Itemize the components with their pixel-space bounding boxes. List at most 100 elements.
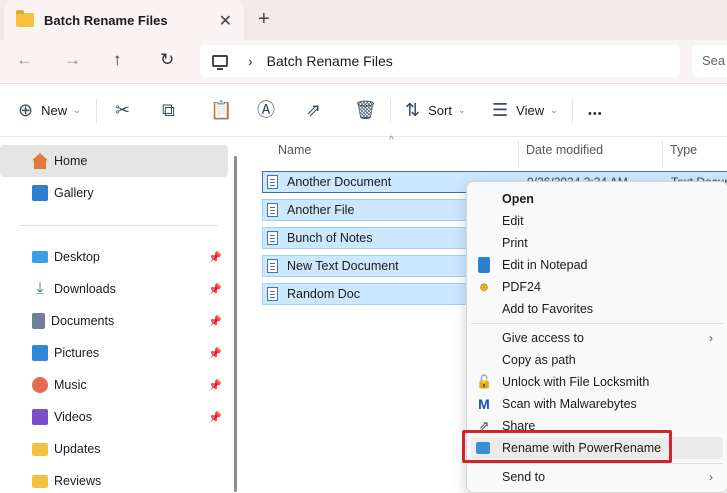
column-divider[interactable] (662, 140, 663, 166)
chevron-right-icon: › (709, 331, 713, 345)
file-name: Another Document (287, 175, 392, 189)
sidebar-item-label: Gallery (54, 186, 94, 200)
command-bar: ⊕ New ⌄ ✂ ⧉ 📋 Ⓐ ⇗ 🗑 ⇅ Sort ⌄ ☰ View ⌄ ••… (0, 85, 727, 137)
close-tab-icon[interactable]: ✕ (219, 11, 232, 31)
menu-item-label: Edit in Notepad (502, 258, 588, 272)
sidebar-item-gallery[interactable]: Gallery (0, 177, 228, 209)
sidebar-item-updates[interactable]: Updates (0, 433, 228, 465)
menu-item-edit[interactable]: Edit (467, 210, 727, 232)
view-button[interactable]: ☰ View ⌄ (492, 101, 558, 119)
menu-item-label: Give access to (502, 331, 584, 345)
tab-batch-rename-files[interactable]: Batch Rename Files ✕ (4, 0, 244, 40)
sidebar-scrollbar[interactable] (234, 156, 237, 492)
view-icon: ☰ (492, 100, 509, 120)
plus-icon: ⊕ (18, 100, 34, 120)
menu-item-label: PDF24 (502, 280, 541, 294)
videos-icon (32, 409, 48, 425)
menu-item-label: Print (502, 236, 528, 250)
column-header-type[interactable]: Type (670, 143, 697, 157)
menu-item-add-to-favorites[interactable]: Add to Favorites (467, 298, 727, 320)
menu-item-pdf24[interactable]: ☻ PDF24 (467, 276, 727, 298)
home-icon (32, 153, 48, 169)
sidebar-item-label: Reviews (54, 474, 102, 488)
menu-item-send-to[interactable]: Send to › (467, 466, 727, 488)
sidebar-item-downloads[interactable]: ⤓ Downloads 📌 (0, 273, 228, 305)
chevron-down-icon: ⌄ (550, 104, 558, 115)
search-placeholder: Sea (702, 53, 726, 68)
lock-icon: 🔓 (476, 374, 493, 389)
address-bar-row: ← → ↑ ↻ › Batch Rename Files Sea (0, 40, 727, 84)
sidebar-item-music[interactable]: Music 📌 (0, 369, 228, 401)
refresh-icon[interactable]: ↻ (160, 50, 174, 70)
menu-item-give-access-to[interactable]: Give access to › (467, 327, 727, 349)
notepad-icon (478, 257, 490, 273)
sidebar-item-home[interactable]: Home (0, 145, 228, 177)
tab-strip: Batch Rename Files ✕ + (0, 0, 727, 40)
pin-icon[interactable]: 📌 (208, 411, 222, 424)
menu-item-label: Open (502, 192, 534, 206)
sidebar-item-label: Music (54, 378, 87, 392)
sidebar-item-videos[interactable]: Videos 📌 (0, 401, 228, 433)
column-divider[interactable] (518, 140, 519, 166)
chevron-down-icon: ⌄ (73, 104, 81, 115)
menu-item-scan-with-malwarebytes[interactable]: M Scan with Malwarebytes (467, 393, 727, 415)
pin-icon[interactable]: 📌 (208, 379, 222, 392)
forward-arrow-icon[interactable]: → (64, 50, 81, 70)
cut-icon[interactable]: ✂ (115, 101, 130, 119)
pin-icon[interactable]: 📌 (208, 251, 222, 264)
new-button[interactable]: ⊕ New ⌄ (18, 101, 81, 119)
menu-item-edit-in-notepad[interactable]: Edit in Notepad (467, 254, 727, 276)
pin-icon[interactable]: 📌 (208, 315, 222, 328)
new-label: New (41, 102, 68, 118)
menu-item-label: Unlock with File Locksmith (502, 375, 650, 389)
sidebar-item-label: Downloads (54, 282, 116, 296)
column-header-name[interactable]: Name (278, 143, 311, 157)
copy-icon[interactable]: ⧉ (162, 101, 175, 119)
this-pc-icon (212, 55, 228, 70)
breadcrumb-chevron-icon[interactable]: › (248, 53, 253, 69)
back-arrow-icon[interactable]: ← (16, 50, 33, 70)
pin-icon[interactable]: 📌 (208, 347, 222, 360)
share-icon[interactable]: ⇗ (306, 101, 321, 119)
pictures-icon (32, 345, 48, 361)
paste-icon[interactable]: 📋 (210, 101, 232, 119)
highlight-annotation-box (462, 430, 672, 463)
view-label: View (516, 102, 545, 118)
sidebar-item-label: Desktop (54, 250, 100, 264)
file-name: Bunch of Notes (287, 231, 373, 245)
menu-item-open[interactable]: Open (467, 188, 727, 210)
rename-icon[interactable]: Ⓐ (257, 101, 275, 119)
new-tab-button[interactable]: + (258, 8, 270, 31)
delete-icon[interactable]: 🗑 (354, 101, 377, 119)
sidebar-item-documents[interactable]: Documents 📌 (0, 305, 228, 337)
sidebar-item-reviews[interactable]: Reviews (0, 465, 228, 493)
menu-item-label: Add to Favorites (502, 302, 594, 316)
menu-item-label: Edit (502, 214, 524, 228)
file-name: Another File (287, 203, 355, 217)
menu-item-copy-as-path[interactable]: Copy as path (467, 349, 727, 371)
up-arrow-icon[interactable]: ↑ (113, 50, 122, 70)
folder-icon (32, 474, 48, 488)
more-options-icon[interactable]: ••• (588, 105, 603, 123)
column-header-date[interactable]: Date modified (526, 143, 603, 157)
desktop-icon (32, 251, 48, 263)
sort-label: Sort (428, 102, 452, 118)
search-input[interactable]: Sea (692, 45, 727, 77)
sort-button[interactable]: ⇅ Sort ⌄ (405, 101, 465, 119)
menu-separator (471, 463, 723, 464)
sidebar-item-label: Home (54, 154, 88, 168)
sidebar-item-label: Pictures (54, 346, 100, 360)
toolbar-divider (96, 99, 97, 123)
text-document-icon (267, 231, 278, 245)
menu-item-label: Copy as path (502, 353, 576, 367)
sidebar-item-desktop[interactable]: Desktop 📌 (0, 241, 228, 273)
pin-icon[interactable]: 📌 (208, 283, 222, 296)
menu-item-unlock-with-file-locksmith[interactable]: 🔓 Unlock with File Locksmith (467, 371, 727, 393)
folder-icon (16, 10, 34, 27)
text-document-icon (267, 287, 278, 301)
breadcrumb[interactable]: Batch Rename Files (267, 53, 393, 69)
sidebar-item-pictures[interactable]: Pictures 📌 (0, 337, 228, 369)
documents-icon (32, 313, 45, 329)
menu-item-print[interactable]: Print (467, 232, 727, 254)
address-field[interactable]: › Batch Rename Files (200, 45, 680, 77)
